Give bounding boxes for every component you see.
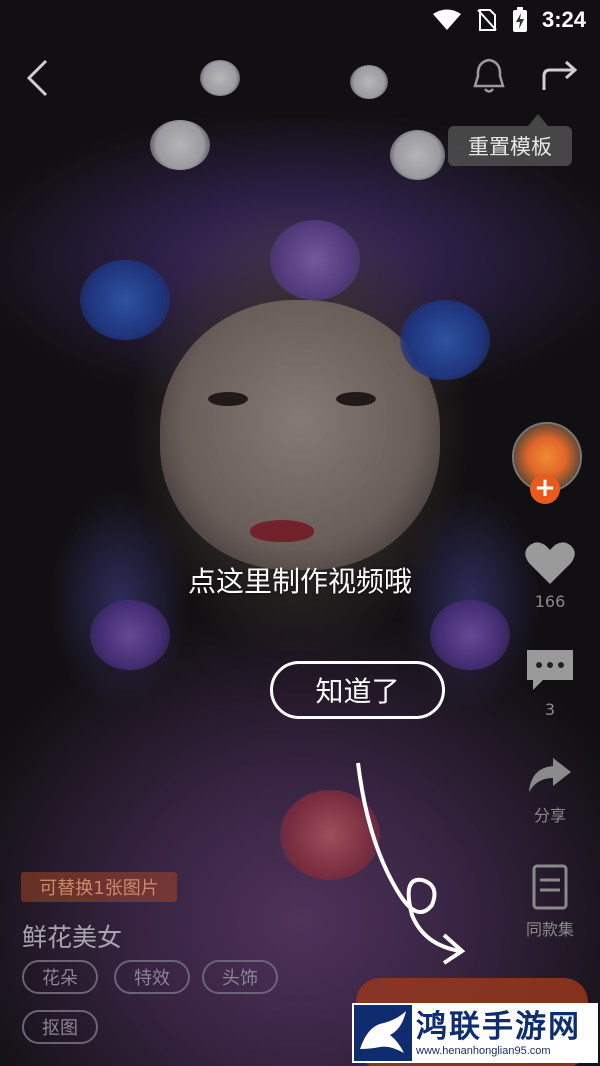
tutorial-tip: 点这里制作视频哦	[187, 565, 412, 598]
site-logo-icon	[354, 1005, 412, 1061]
no-sim-icon	[477, 9, 497, 31]
same-style-label: 同款集	[525, 920, 574, 939]
share-label: 分享	[533, 806, 566, 825]
comment-action[interactable]: 3	[510, 648, 590, 719]
bell-icon[interactable]	[472, 56, 506, 94]
collection-icon	[532, 864, 568, 910]
battery-charging-icon	[512, 7, 527, 32]
comment-icon	[527, 650, 573, 690]
tag-headwear[interactable]: 头饰	[202, 960, 278, 994]
watermark-title: 鸿联手游网	[416, 1009, 581, 1045]
share-action[interactable]: 分享	[510, 756, 590, 826]
status-bar: 3:24	[0, 0, 600, 40]
reset-template-button[interactable]: 重置模板	[448, 114, 572, 166]
same-style-action[interactable]: 同款集	[510, 864, 590, 940]
tutorial-arrow-icon	[356, 762, 466, 965]
tag-flowers[interactable]: 花朵	[22, 960, 98, 994]
follow-plus-button[interactable]: +	[530, 474, 560, 504]
video-template-screen: 3:24 重置模板 + 166 3 分享 同款集 点这里制作视频哦 知道了 可替…	[0, 0, 600, 1066]
template-title: 鲜花美女	[22, 923, 123, 952]
site-watermark: 鸿联手游网 www.henanhonglian95.com	[352, 1003, 598, 1063]
share-icon[interactable]	[540, 58, 580, 94]
got-it-button[interactable]: 知道了	[270, 661, 445, 719]
tag-cutout[interactable]: 抠图	[22, 1010, 98, 1044]
comment-count: 3	[544, 700, 556, 719]
replace-image-badge: 可替换1张图片	[21, 872, 177, 902]
back-arrow-icon[interactable]	[24, 58, 50, 98]
status-time: 3:24	[541, 7, 586, 32]
share-arrow-icon	[529, 758, 571, 792]
watermark-url: www.henanhonglian95.com	[416, 1045, 551, 1057]
tag-effects[interactable]: 特效	[114, 960, 190, 994]
wifi-icon	[432, 9, 461, 30]
